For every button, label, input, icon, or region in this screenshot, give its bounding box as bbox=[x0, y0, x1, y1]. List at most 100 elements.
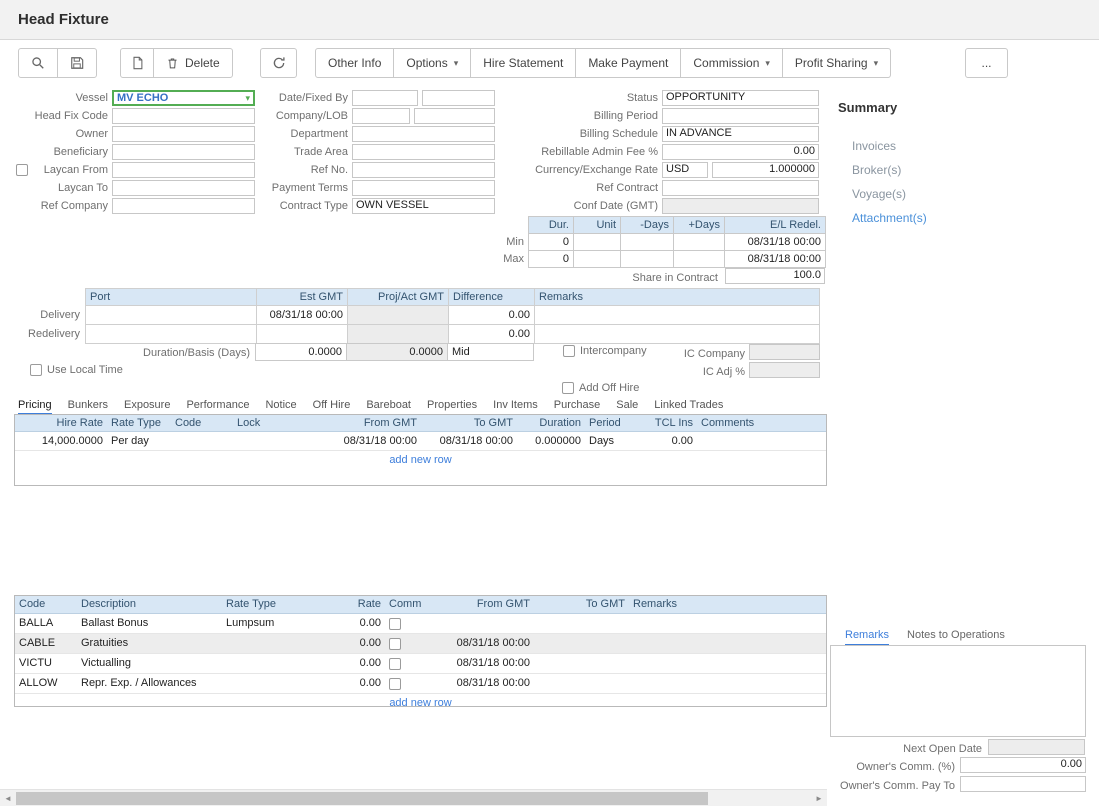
tab-inv-items[interactable]: Inv Items bbox=[493, 399, 538, 415]
fee-desc-cell[interactable]: Gratuities bbox=[77, 634, 222, 653]
fee-rate-type-cell[interactable] bbox=[222, 634, 317, 653]
delivery-difference-cell[interactable]: 0.00 bbox=[449, 306, 534, 324]
search-button[interactable] bbox=[18, 48, 58, 78]
pricing-add-new-row-link[interactable]: add new row bbox=[15, 451, 826, 469]
department-input[interactable] bbox=[352, 126, 495, 142]
fee-remarks-cell[interactable] bbox=[629, 654, 826, 673]
fee-rate-cell[interactable]: 0.00 bbox=[317, 634, 385, 653]
max-unit-cell[interactable] bbox=[574, 251, 620, 267]
status-input[interactable]: OPPORTUNITY bbox=[662, 90, 819, 106]
fee-to-gmt-cell[interactable] bbox=[534, 654, 629, 673]
options-button[interactable]: Options▾ bbox=[393, 48, 471, 78]
owners-comm-input[interactable]: 0.00 bbox=[960, 757, 1086, 773]
fee-row-victu[interactable]: VICTU Victualling 0.00 08/31/18 00:00 bbox=[15, 654, 826, 674]
ic-adj-input[interactable] bbox=[749, 362, 820, 378]
redelivery-difference-cell[interactable]: 0.00 bbox=[449, 325, 534, 343]
conf-date-input[interactable] bbox=[662, 198, 819, 214]
currency-input[interactable]: USD bbox=[662, 162, 708, 178]
lob-input[interactable] bbox=[414, 108, 495, 124]
max-dur-cell[interactable]: 0 bbox=[529, 251, 573, 267]
fee-comm-checkbox[interactable] bbox=[389, 638, 401, 650]
contract-type-input[interactable]: OWN VESSEL bbox=[352, 198, 495, 214]
tab-exposure[interactable]: Exposure bbox=[124, 399, 170, 415]
summary-link-invoices[interactable]: Invoices bbox=[852, 139, 896, 153]
fee-row-allow[interactable]: ALLOW Repr. Exp. / Allowances 0.00 08/31… bbox=[15, 674, 826, 694]
date-input[interactable] bbox=[352, 90, 418, 106]
max-el-redel-cell[interactable]: 08/31/18 00:00 bbox=[725, 251, 825, 267]
duration-actual-cell[interactable]: 0.0000 bbox=[347, 344, 447, 360]
delivery-remarks-cell[interactable] bbox=[535, 306, 819, 324]
tab-bunkers[interactable]: Bunkers bbox=[68, 399, 108, 415]
min-plus-days-cell[interactable] bbox=[674, 234, 724, 250]
fee-comm-checkbox[interactable] bbox=[389, 678, 401, 690]
pricing-row[interactable]: 14,000.0000 Per day 08/31/18 00:00 08/31… bbox=[15, 432, 826, 451]
fee-rate-cell[interactable]: 0.00 bbox=[317, 674, 385, 693]
min-dur-cell[interactable]: 0 bbox=[529, 234, 573, 250]
fee-code-cell[interactable]: BALLA bbox=[15, 614, 77, 633]
fee-code-cell[interactable]: ALLOW bbox=[15, 674, 77, 693]
summary-link-attachments[interactable]: Attachment(s) bbox=[852, 211, 927, 225]
basis-cell[interactable]: Mid bbox=[448, 344, 533, 360]
fee-remarks-cell[interactable] bbox=[629, 614, 826, 633]
max-minus-days-cell[interactable] bbox=[621, 251, 673, 267]
fixed-by-input[interactable] bbox=[422, 90, 495, 106]
fee-to-gmt-cell[interactable] bbox=[534, 674, 629, 693]
redelivery-proj-act-cell[interactable] bbox=[348, 325, 448, 343]
intercompany-checkbox[interactable] bbox=[563, 345, 575, 357]
remarks-textarea[interactable] bbox=[830, 645, 1086, 737]
code-cell[interactable] bbox=[171, 432, 233, 450]
next-open-date-input[interactable] bbox=[988, 739, 1085, 755]
duration-value-cell[interactable]: 0.0000 bbox=[256, 344, 346, 360]
from-gmt-cell[interactable]: 08/31/18 00:00 bbox=[305, 432, 421, 450]
tab-linked-trades[interactable]: Linked Trades bbox=[654, 399, 723, 415]
delivery-est-gmt-cell[interactable]: 08/31/18 00:00 bbox=[257, 306, 347, 324]
use-local-time-checkbox[interactable] bbox=[30, 364, 42, 376]
owner-input[interactable] bbox=[112, 126, 255, 142]
tab-remarks[interactable]: Remarks bbox=[845, 629, 889, 646]
exchange-rate-input[interactable]: 1.000000 bbox=[712, 162, 819, 178]
scrollbar-thumb[interactable] bbox=[16, 792, 708, 805]
lock-cell[interactable] bbox=[233, 432, 305, 450]
copy-button[interactable] bbox=[120, 48, 154, 78]
save-button[interactable] bbox=[57, 48, 97, 78]
max-plus-days-cell[interactable] bbox=[674, 251, 724, 267]
fee-desc-cell[interactable]: Repr. Exp. / Allowances bbox=[77, 674, 222, 693]
tab-bareboat[interactable]: Bareboat bbox=[366, 399, 411, 415]
rebillable-admin-fee-input[interactable]: 0.00 bbox=[662, 144, 819, 160]
fee-rate-type-cell[interactable] bbox=[222, 654, 317, 673]
fee-row-balla[interactable]: BALLA Ballast Bonus Lumpsum 0.00 bbox=[15, 614, 826, 634]
laycan-checkbox[interactable] bbox=[16, 164, 28, 176]
tab-off-hire[interactable]: Off Hire bbox=[313, 399, 351, 415]
payment-terms-input[interactable] bbox=[352, 180, 495, 196]
rate-type-cell[interactable]: Per day bbox=[107, 432, 171, 450]
fee-from-gmt-cell[interactable] bbox=[429, 614, 534, 633]
company-input[interactable] bbox=[352, 108, 410, 124]
refresh-button[interactable] bbox=[260, 48, 297, 78]
fee-from-gmt-cell[interactable]: 08/31/18 00:00 bbox=[429, 674, 534, 693]
ic-company-input[interactable] bbox=[749, 344, 820, 360]
tab-pricing[interactable]: Pricing bbox=[18, 399, 52, 415]
beneficiary-input[interactable] bbox=[112, 144, 255, 160]
share-in-contract-input[interactable]: 100.0 bbox=[725, 268, 825, 284]
fees-add-new-row-link[interactable]: add new row bbox=[15, 694, 826, 712]
tab-notice[interactable]: Notice bbox=[265, 399, 296, 415]
tab-properties[interactable]: Properties bbox=[427, 399, 477, 415]
fee-comm-checkbox[interactable] bbox=[389, 618, 401, 630]
delete-button[interactable]: Delete bbox=[153, 48, 233, 78]
period-cell[interactable]: Days bbox=[585, 432, 641, 450]
tab-sale[interactable]: Sale bbox=[616, 399, 638, 415]
fee-rate-type-cell[interactable]: Lumpsum bbox=[222, 614, 317, 633]
fee-remarks-cell[interactable] bbox=[629, 674, 826, 693]
laycan-from-input[interactable] bbox=[112, 162, 255, 178]
laycan-to-input[interactable] bbox=[112, 180, 255, 196]
owners-comm-pay-to-input[interactable] bbox=[960, 776, 1086, 792]
head-fix-code-input[interactable] bbox=[112, 108, 255, 124]
comments-cell[interactable] bbox=[697, 432, 826, 450]
ref-company-input[interactable] bbox=[112, 198, 255, 214]
redelivery-port-cell[interactable] bbox=[86, 325, 256, 343]
tab-purchase[interactable]: Purchase bbox=[554, 399, 600, 415]
hire-rate-cell[interactable]: 14,000.0000 bbox=[15, 432, 107, 450]
fee-desc-cell[interactable]: Victualling bbox=[77, 654, 222, 673]
fee-rate-type-cell[interactable] bbox=[222, 674, 317, 693]
billing-schedule-input[interactable]: IN ADVANCE bbox=[662, 126, 819, 142]
